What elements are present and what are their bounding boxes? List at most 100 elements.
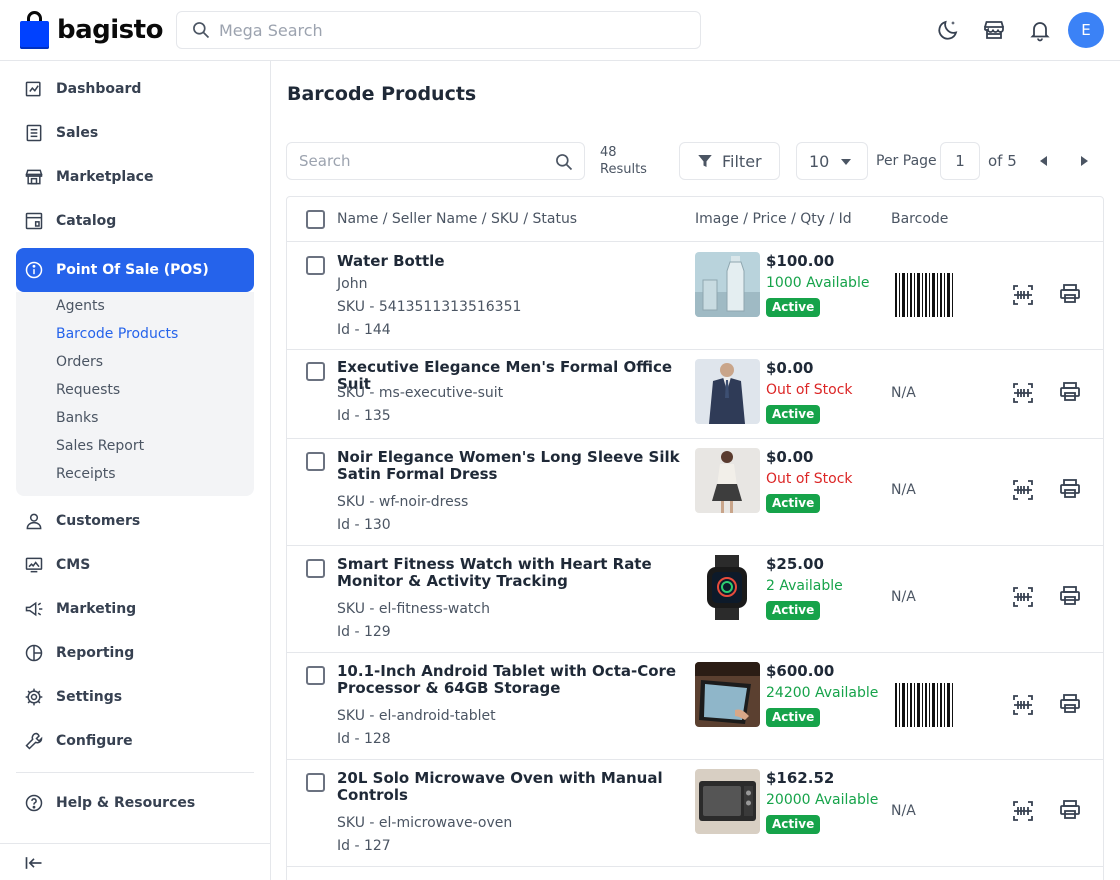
sales-icon [26,124,42,142]
product-price: $0.00 [766,359,814,377]
moon-icon[interactable] [936,18,960,42]
bell-icon[interactable] [1028,18,1052,42]
results-count: 48 Results [600,144,647,178]
barcode-scan-icon[interactable] [1011,693,1035,717]
product-id: Id - 129 [337,624,391,640]
barcode-na: N/A [891,482,916,498]
filter-label: Filter [722,151,762,171]
filter-button[interactable]: Filter [679,142,780,180]
seller-name: John [337,276,368,292]
sidebar-item-customers[interactable]: Customers [16,499,254,543]
printer-icon[interactable] [1058,798,1082,822]
sidebar-item-label: Dashboard [56,81,142,97]
product-name[interactable]: Noir Elegance Women's Long Sleeve Silk S… [337,449,692,483]
submenu-sales-report[interactable]: Sales Report [56,438,144,454]
sidebar-item-configure[interactable]: Configure [16,719,254,763]
next-page-icon[interactable] [1081,156,1088,166]
status-badge: Active [766,494,821,513]
product-price: $0.00 [766,448,814,466]
results-number: 48 [600,145,617,160]
sidebar-item-cms[interactable]: CMS [16,543,254,587]
submenu-receipts[interactable]: Receipts [56,466,116,482]
product-qty: 20000 Available [766,792,879,808]
product-id: Id - 135 [337,408,391,424]
sidebar-item-label: Configure [56,733,133,749]
chevron-down-icon [841,159,851,165]
submenu-requests[interactable]: Requests [56,382,120,398]
sidebar: Dashboard Sales Marketplace Catalog Poin… [0,61,271,880]
row-checkbox[interactable] [306,773,325,792]
filter-icon [698,155,712,167]
printer-icon[interactable] [1058,584,1082,608]
row-checkbox[interactable] [306,666,325,685]
printer-icon[interactable] [1058,477,1082,501]
sidebar-item-sales[interactable]: Sales [16,111,254,155]
printer-icon[interactable] [1058,380,1082,404]
product-image[interactable] [695,448,760,513]
product-qty: 1000 Available [766,275,870,291]
barcode-scan-icon[interactable] [1011,799,1035,823]
sidebar-item-marketing[interactable]: Marketing [16,587,254,631]
bagisto-logo[interactable]: bagisto [20,11,163,49]
product-name[interactable]: Smart Fitness Watch with Heart Rate Moni… [337,556,692,590]
row-checkbox[interactable] [306,452,325,471]
sidebar-divider [16,772,254,773]
barcode-scan-icon[interactable] [1011,381,1035,405]
sidebar-item-dashboard[interactable]: Dashboard [16,67,254,111]
barcode-image [895,683,953,727]
dress-image [695,448,760,513]
barcode-scan-icon[interactable] [1011,283,1035,307]
product-name[interactable]: 10.1-Inch Android Tablet with Octa-Core … [337,663,692,697]
submenu-banks[interactable]: Banks [56,410,98,426]
collapse-sidebar-icon[interactable] [24,853,44,873]
shopping-bag-icon [20,11,49,49]
sidebar-item-help[interactable]: Help & Resources [16,781,254,825]
row-checkbox[interactable] [306,559,325,578]
sidebar-item-marketplace[interactable]: Marketplace [16,155,254,199]
printer-icon[interactable] [1058,692,1082,716]
table-search-input[interactable] [299,152,539,170]
printer-icon[interactable] [1058,282,1082,306]
user-avatar[interactable]: E [1068,12,1104,48]
product-image[interactable] [695,555,760,620]
sidebar-item-catalog[interactable]: Catalog [16,199,254,243]
product-image[interactable] [695,252,760,317]
product-image[interactable] [695,359,760,424]
sidebar-item-pos[interactable]: Point Of Sale (POS) [16,248,254,292]
mega-search-input[interactable] [219,20,619,40]
per-page-value: 10 [809,151,830,171]
status-badge: Active [766,298,821,317]
product-image[interactable] [695,769,760,834]
barcode-image [895,273,953,317]
product-name[interactable]: 20L Solo Microwave Oven with Manual Cont… [337,770,692,804]
submenu-barcode-products[interactable]: Barcode Products [56,326,178,342]
pie-chart-icon [25,644,43,662]
sidebar-item-label: Settings [56,689,123,705]
page-number-input[interactable] [940,142,980,180]
sidebar-item-reporting[interactable]: Reporting [16,631,254,675]
product-image[interactable] [695,662,760,727]
barcode-scan-icon[interactable] [1011,585,1035,609]
suit-image [695,359,760,424]
cms-icon [25,557,43,573]
per-page-select[interactable]: 10 [796,142,868,180]
store-icon[interactable] [982,18,1006,42]
product-sku: SKU - ms-executive-suit [337,385,504,401]
row-checkbox[interactable] [306,256,325,275]
submenu-agents[interactable]: Agents [56,298,105,314]
previous-page-icon[interactable] [1040,156,1047,166]
microwave-image [695,769,760,834]
status-badge: Active [766,405,821,424]
column-header-name[interactable]: Name / Seller Name / SKU / Status [337,211,577,227]
table-search-box[interactable] [286,142,585,180]
barcode-scan-icon[interactable] [1011,478,1035,502]
select-all-checkbox[interactable] [306,210,325,229]
column-header-image[interactable]: Image / Price / Qty / Id [695,211,852,227]
mega-search-box[interactable] [176,11,701,49]
sidebar-item-settings[interactable]: Settings [16,675,254,719]
megaphone-icon [25,601,43,617]
product-name[interactable]: Water Bottle [337,253,692,270]
row-checkbox[interactable] [306,362,325,381]
submenu-orders[interactable]: Orders [56,354,103,370]
search-icon[interactable] [554,152,574,172]
